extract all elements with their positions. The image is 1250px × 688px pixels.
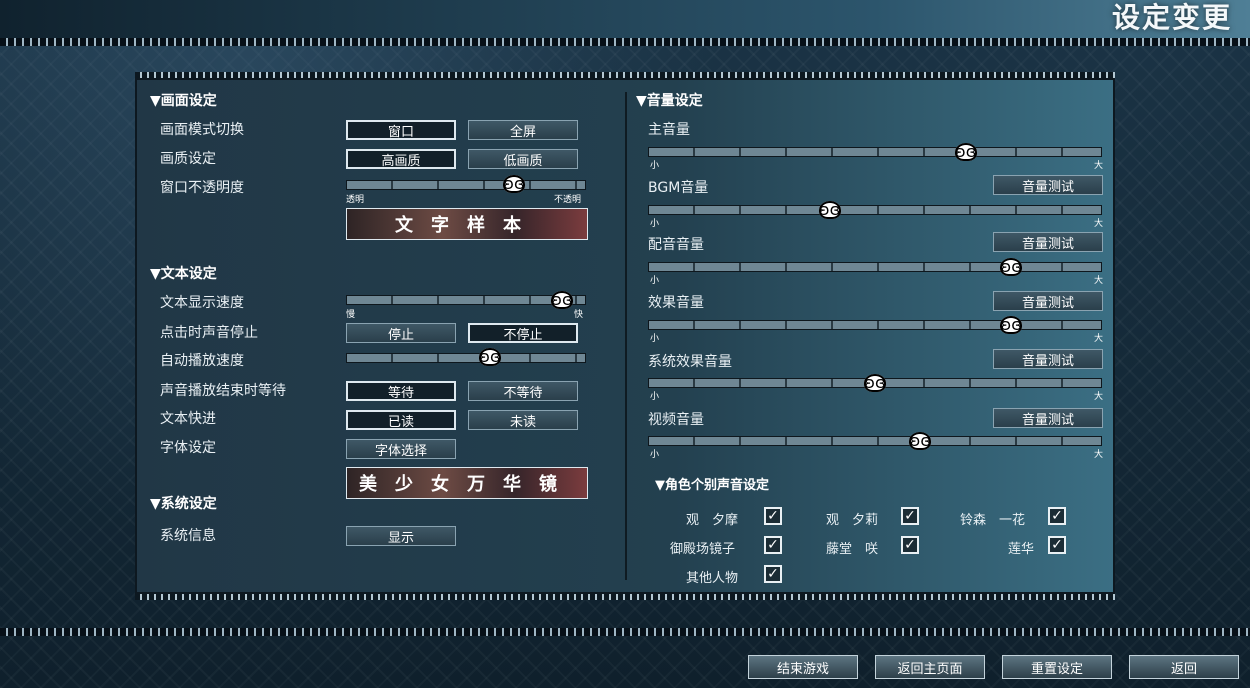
effect-test-button[interactable]: 音量测试 [993,291,1103,311]
character-name-label: 铃森 一花 [960,513,1026,528]
page-title: 设定变更 [1111,1,1232,34]
master-volume-min-label: 小 [650,161,660,171]
voice-volume-slider-thumb[interactable]: ʚɞ [1000,258,1023,276]
bgm-volume-min-label: 小 [650,219,660,229]
font-label: 字体设定 [160,440,216,456]
click-stop-label: 点击时声音停止 [160,325,258,341]
opacity-label: 窗口不透明度 [160,180,244,196]
effect-volume-slider-thumb[interactable]: ʚɞ [1000,316,1023,334]
wait-label: 声音播放结束时等待 [160,383,286,399]
wait-button[interactable]: 等待 [346,381,456,401]
character-name-label: 观 夕摩 [686,513,739,528]
opacity-min-label: 透明 [346,195,365,205]
master-volume-label: 主音量 [648,122,690,138]
panel-divider [625,92,627,580]
opacity-slider[interactable] [346,180,586,190]
bgm-volume-label: BGM音量 [648,180,709,196]
skip-label: 文本快进 [160,411,216,427]
panel-border-bottom [135,594,1115,600]
back-button[interactable]: 返回 [1129,655,1239,679]
effect-volume-slider[interactable] [648,320,1102,330]
reset-settings-button[interactable]: 重置设定 [1002,655,1112,679]
character-name-label: 莲华 [1008,542,1035,557]
voice-volume-label: 配音音量 [648,237,704,253]
video-volume-min-label: 小 [650,450,660,460]
character-checkbox[interactable]: ✓ [901,507,919,525]
text-speed-slider[interactable] [346,295,586,305]
character-checkbox[interactable]: ✓ [901,536,919,554]
character-name-label: 其他人物 [686,571,739,586]
no-wait-button[interactable]: 不等待 [468,381,578,401]
display-section-title: ▼画面设定 [150,93,217,109]
auto-speed-slider-thumb[interactable]: ʚɞ [479,348,501,366]
display-mode-label: 画面模式切换 [160,122,244,138]
font-sample-preview: 美少女万华镜 [346,467,588,499]
system-effect-volume-min-label: 小 [650,392,660,402]
character-checkbox[interactable]: ✓ [764,565,782,583]
master-volume-max-label: 大 [1094,161,1104,171]
low-quality-button[interactable]: 低画质 [468,149,578,169]
bgm-volume-slider[interactable] [648,205,1102,215]
text-speed-max-label: 快 [574,310,584,320]
video-volume-label: 视频音量 [648,412,704,428]
system-info-button[interactable]: 显示 [346,526,456,546]
voice-test-button[interactable]: 音量测试 [993,232,1103,252]
master-volume-slider-thumb[interactable]: ʚɞ [954,143,977,161]
master-volume-slider[interactable] [648,147,1102,157]
text-speed-min-label: 慢 [346,310,356,320]
text-sample-preview: 文字样本 [346,208,588,240]
video-volume-slider[interactable] [648,436,1102,446]
end-game-button[interactable]: 结束游戏 [748,655,858,679]
back-to-title-button[interactable]: 返回主页面 [875,655,985,679]
high-quality-button[interactable]: 高画质 [346,149,456,169]
system-effect-volume-slider-thumb[interactable]: ʚɞ [864,374,886,392]
character-checkbox[interactable]: ✓ [764,536,782,554]
window-mode-button[interactable]: 窗口 [346,120,456,140]
audio-section-title: ▼音量设定 [636,93,703,109]
video-test-button[interactable]: 音量测试 [993,408,1103,428]
system-info-label: 系统信息 [160,528,216,544]
effect-volume-min-label: 小 [650,334,660,344]
skip-unread-button[interactable]: 未读 [468,410,578,430]
bottom-stripe [0,628,1250,636]
auto-speed-label: 自动播放速度 [160,353,244,369]
text-speed-slider-thumb[interactable]: ʚɞ [551,291,573,309]
system-effect-volume-max-label: 大 [1094,392,1104,402]
character-checkbox[interactable]: ✓ [1048,507,1066,525]
text-speed-label: 文本显示速度 [160,295,244,311]
click-stop-button[interactable]: 停止 [346,323,456,343]
character-checkbox[interactable]: ✓ [1048,536,1066,554]
effect-volume-label: 效果音量 [648,295,704,311]
character-voice-section-title: ▼角色个别声音设定 [655,478,769,493]
quality-label: 画质设定 [160,151,216,167]
fullscreen-button[interactable]: 全屏 [468,120,578,140]
video-volume-slider-thumb[interactable]: ʚɞ [909,432,932,450]
bgm-test-button[interactable]: 音量测试 [993,175,1103,195]
text-section-title: ▼文本设定 [150,266,217,282]
character-name-label: 观 夕莉 [826,513,879,528]
system-section-title: ▼系统设定 [150,496,217,512]
system-effect-volume-label: 系统效果音量 [648,354,732,370]
top-stripe [0,38,1250,46]
voice-volume-slider[interactable] [648,262,1102,272]
character-checkbox[interactable]: ✓ [764,507,782,525]
video-volume-max-label: 大 [1094,450,1104,460]
opacity-slider-thumb[interactable]: ʚɞ [503,175,525,193]
system-effect-test-button[interactable]: 音量测试 [993,349,1103,369]
opacity-max-label: 不透明 [554,195,582,205]
bgm-volume-max-label: 大 [1094,219,1104,229]
voice-volume-max-label: 大 [1094,276,1104,286]
character-name-label: 御殿场镜子 [670,542,736,557]
character-name-label: 藤堂 咲 [826,542,879,557]
voice-volume-min-label: 小 [650,276,660,286]
click-no-stop-button[interactable]: 不停止 [468,323,578,343]
effect-volume-max-label: 大 [1094,334,1104,344]
auto-speed-slider[interactable] [346,353,586,363]
font-select-button[interactable]: 字体选择 [346,439,456,459]
bgm-volume-slider-thumb[interactable]: ʚɞ [818,201,841,219]
top-bar: 设定变更 [0,0,1250,42]
skip-read-button[interactable]: 已读 [346,410,456,430]
